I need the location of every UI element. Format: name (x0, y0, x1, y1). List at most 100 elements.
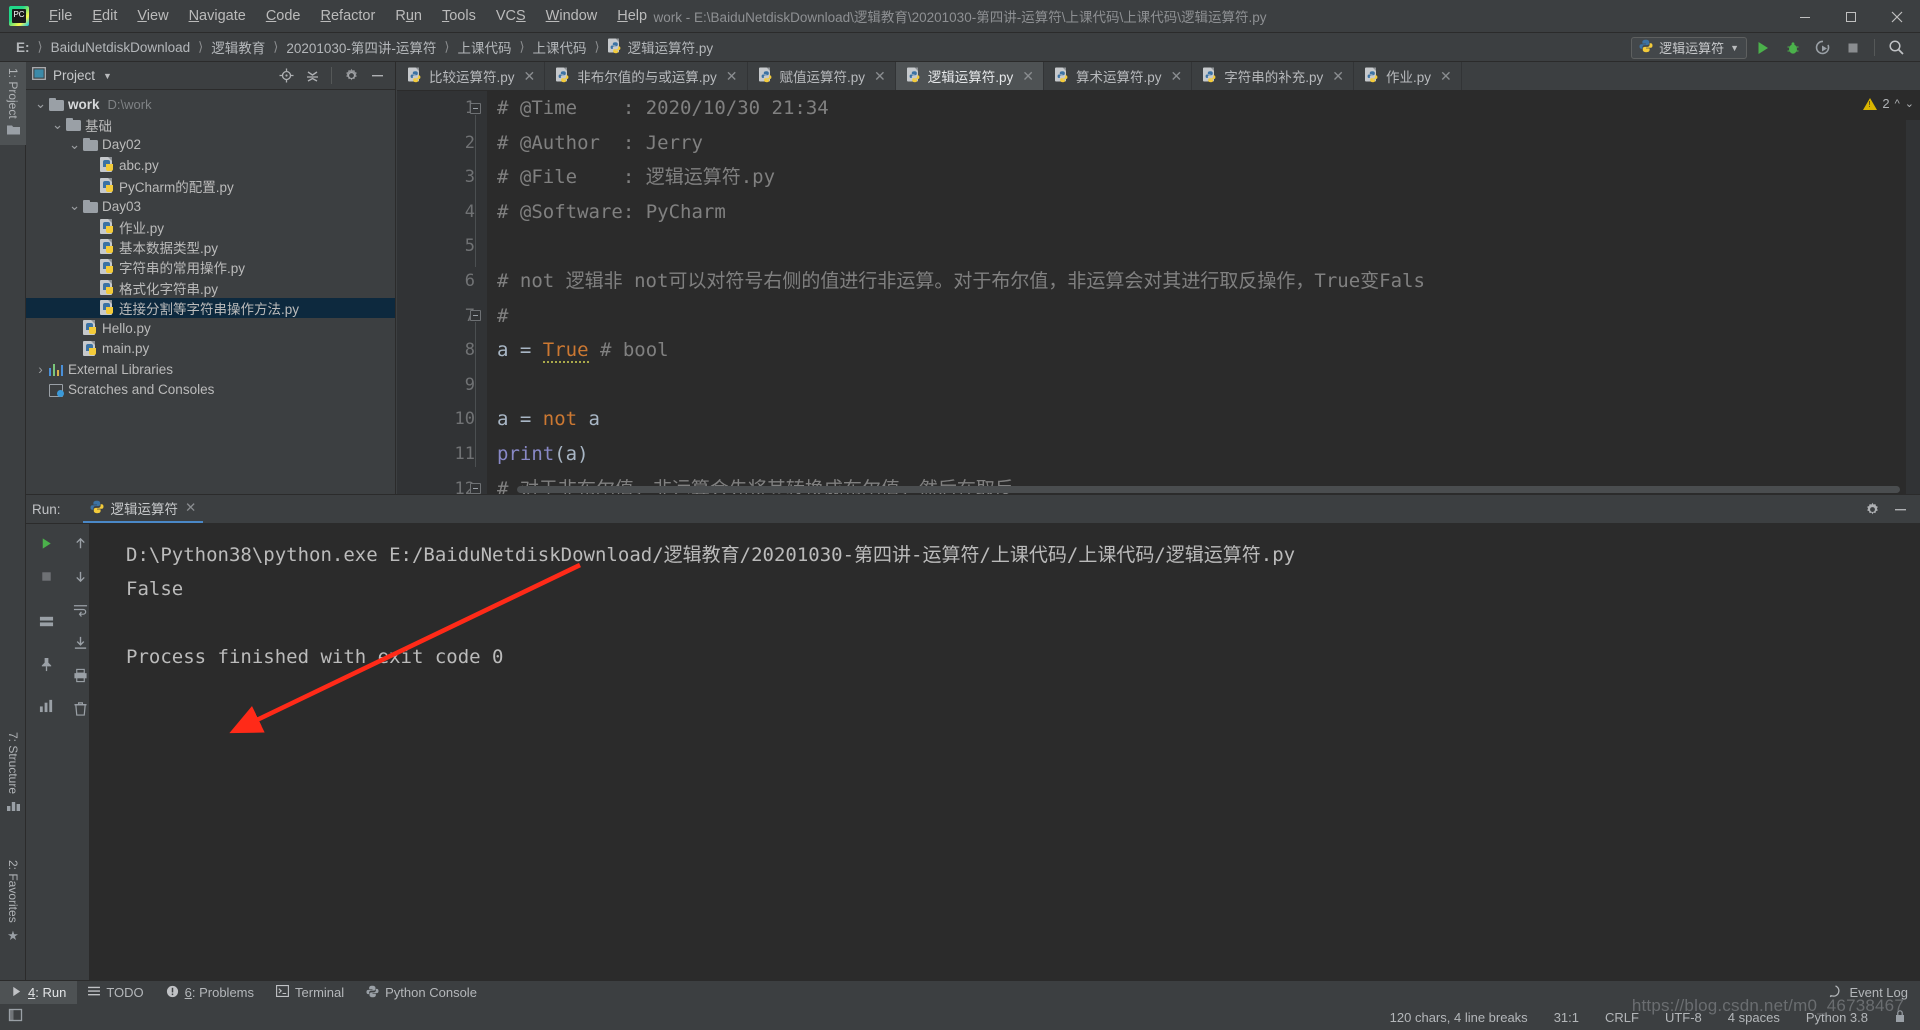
menu-item-tools[interactable]: Tools (432, 4, 486, 28)
sidebar-tab-project[interactable]: 1: Project (0, 62, 26, 145)
editor-tab[interactable]: 字符串的补充.py ✕ (1192, 62, 1354, 90)
event-log-label[interactable]: Event Log (1849, 985, 1908, 1000)
close-button[interactable] (1874, 0, 1920, 33)
run-tab[interactable]: 逻辑运算符 ✕ (82, 495, 204, 523)
run-configuration-selector[interactable]: 逻辑运算符 ▼ (1631, 36, 1747, 59)
tree-node[interactable]: 格式化字符串.py (26, 278, 395, 298)
run-button[interactable] (1749, 35, 1777, 61)
inspection-status[interactable]: 2 ^ ⌄ (1863, 96, 1914, 111)
hide-panel-icon[interactable] (365, 64, 389, 88)
close-icon[interactable]: ✕ (185, 500, 196, 516)
file-encoding[interactable]: UTF-8 (1665, 1010, 1702, 1025)
bottom-tab-todo[interactable]: TODO (77, 981, 154, 1005)
tree-node[interactable]: ⌄ Day03 (26, 196, 395, 216)
tree-node[interactable]: ⌄ Day02 (26, 135, 395, 155)
show-output-icon[interactable] (30, 606, 62, 636)
menu-item-code[interactable]: Code (256, 4, 311, 28)
hide-panel-icon[interactable] (1888, 497, 1912, 521)
editor-tab[interactable]: 逻辑运算符.py ✕ (895, 62, 1044, 90)
stop-icon[interactable] (30, 561, 62, 591)
breadcrumb-item[interactable]: BaiduNetdiskDownload (47, 38, 195, 57)
menu-item-file[interactable]: File (39, 4, 82, 28)
menu-item-run[interactable]: Run (385, 4, 432, 28)
settings-gear-icon[interactable] (339, 64, 363, 88)
menu-item-refactor[interactable]: Refactor (311, 4, 386, 28)
chevron-down-icon[interactable]: ▼ (103, 71, 112, 81)
tree-node[interactable]: ⌄ 基础 (26, 114, 395, 134)
locate-icon[interactable] (274, 64, 298, 88)
tree-node[interactable]: 基本数据类型.py (26, 237, 395, 257)
chevron-down-icon[interactable]: ⌄ (34, 96, 47, 111)
menu-item-edit[interactable]: Edit (82, 4, 127, 28)
editor-tab[interactable]: 作业.py ✕ (1354, 62, 1462, 90)
code-editor[interactable]: 123456789101112 # @Time : 2020/10/30 21:… (397, 91, 1920, 494)
editor-horizontal-scrollbar[interactable] (517, 486, 1900, 493)
close-icon[interactable]: ✕ (874, 68, 886, 85)
next-problem-icon[interactable]: ⌄ (1905, 97, 1914, 110)
menu-item-navigate[interactable]: Navigate (179, 4, 256, 28)
menu-item-view[interactable]: View (127, 4, 178, 28)
chevron-down-icon[interactable]: ⌄ (68, 198, 81, 213)
breadcrumb-item[interactable]: 逻辑教育 (207, 35, 269, 59)
editor-tab[interactable]: 比较运算符.py ✕ (397, 62, 546, 90)
breadcrumb-item[interactable]: 上课代码 (529, 35, 591, 59)
close-icon[interactable]: ✕ (1171, 68, 1183, 85)
close-icon[interactable]: ✕ (1022, 68, 1034, 85)
pin-icon[interactable] (30, 649, 62, 679)
breadcrumb-item-file[interactable]: 逻辑运算符.py (604, 35, 718, 59)
prev-problem-icon[interactable]: ^ (1895, 98, 1900, 110)
close-icon[interactable]: ✕ (726, 68, 738, 85)
tree-node[interactable]: abc.py (26, 155, 395, 175)
breadcrumb-item[interactable]: E: (12, 38, 34, 57)
close-icon[interactable]: ✕ (1440, 68, 1452, 85)
lock-icon[interactable] (1894, 1009, 1906, 1026)
sidebar-tab-favorites[interactable]: 2: Favorites ★ (0, 854, 26, 950)
bottom-tab-terminal[interactable]: Terminal (265, 981, 355, 1005)
breadcrumb-item[interactable]: 20201030-第四讲-运算符 (282, 35, 440, 59)
tree-node[interactable]: Scratches and Consoles (26, 379, 395, 399)
collapse-all-icon[interactable] (300, 64, 324, 88)
indent-setting[interactable]: 4 spaces (1728, 1010, 1780, 1025)
toggle-tool-windows-icon[interactable] (8, 1007, 24, 1028)
debug-button[interactable] (1779, 35, 1807, 61)
chevron-right-icon[interactable]: › (34, 362, 47, 377)
menu-item-vcs[interactable]: VCS (486, 4, 536, 28)
minimize-button[interactable] (1782, 0, 1828, 33)
chevron-down-icon[interactable]: ⌄ (51, 117, 64, 132)
tree-node[interactable]: 作业.py (26, 216, 395, 236)
code-fold-marker[interactable] (470, 103, 481, 114)
tree-node[interactable]: Hello.py (26, 318, 395, 338)
python-interpreter[interactable]: Python 3.8 (1806, 1010, 1868, 1025)
code-fold-marker[interactable] (470, 310, 481, 321)
tree-node[interactable]: main.py (26, 339, 395, 359)
stop-button[interactable] (1839, 35, 1867, 61)
chart-icon[interactable] (30, 690, 62, 720)
code-fold-marker[interactable] (470, 483, 481, 494)
sidebar-tab-structure[interactable]: 7: Structure (0, 726, 26, 820)
tree-node[interactable]: › External Libraries (26, 359, 395, 379)
tree-node[interactable]: PyCharm的配置.py (26, 176, 395, 196)
run-console-output[interactable]: D:\Python38\python.exe E:/BaiduNetdiskDo… (90, 524, 1920, 980)
menu-item-window[interactable]: Window (536, 4, 608, 28)
error-stripe-gutter[interactable] (1906, 120, 1920, 494)
tree-node[interactable]: 连接分割等字符串操作方法.py (26, 297, 395, 319)
rerun-icon[interactable] (30, 528, 62, 558)
breadcrumb-item[interactable]: 上课代码 (453, 35, 515, 59)
line-separator[interactable]: CRLF (1605, 1010, 1639, 1025)
bottom-tab-run[interactable]: 4: Run (0, 980, 78, 1005)
tree-node[interactable]: ⌄ work D:\work (26, 94, 395, 114)
close-icon[interactable]: ✕ (1332, 68, 1344, 85)
editor-tab[interactable]: 赋值运算符.py ✕ (748, 62, 896, 90)
settings-gear-icon[interactable] (1860, 497, 1884, 521)
run-with-coverage-button[interactable] (1809, 35, 1837, 61)
close-icon[interactable]: ✕ (524, 68, 536, 85)
bottom-tab-problems[interactable]: 6: Problems (155, 981, 265, 1005)
maximize-button[interactable] (1828, 0, 1874, 33)
code-text[interactable]: # @Time : 2020/10/30 21:34 # @Author : Je… (487, 91, 1920, 494)
menu-item-help[interactable]: Help (607, 4, 657, 28)
bottom-tab-python-console[interactable]: Python Console (355, 981, 488, 1005)
chevron-down-icon[interactable]: ⌄ (68, 137, 81, 152)
editor-tab[interactable]: 算术运算符.py ✕ (1044, 62, 1193, 90)
editor-tab[interactable]: 非布尔值的与或运算.py ✕ (545, 62, 748, 90)
tree-node[interactable]: 字符串的常用操作.py (26, 257, 395, 277)
